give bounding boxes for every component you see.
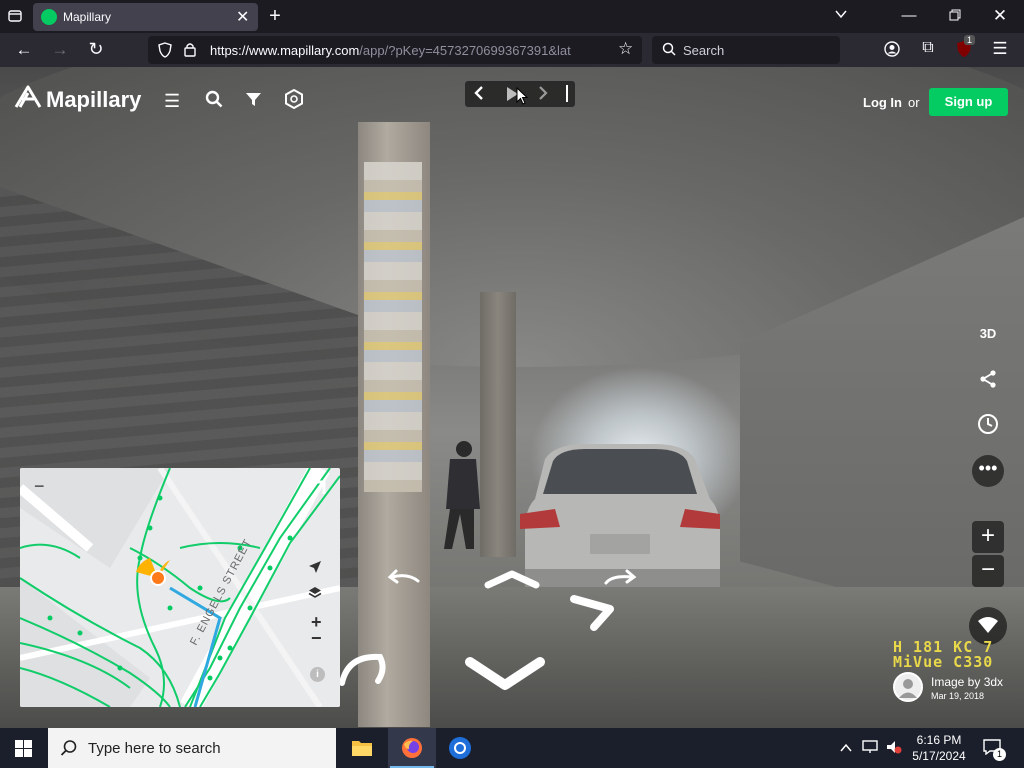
map-info-icon[interactable]: i	[310, 667, 325, 682]
ublock-icon[interactable]: 1	[955, 35, 976, 62]
history-clock-icon[interactable]	[972, 408, 1004, 440]
filter-icon[interactable]	[245, 91, 262, 113]
tab-title: Mapillary	[63, 10, 112, 24]
search-icon[interactable]	[205, 90, 223, 113]
taskbar-search-placeholder: Type here to search	[88, 740, 221, 757]
windows-start-icon[interactable]	[15, 740, 32, 762]
close-window-icon[interactable]: ✕	[991, 6, 1009, 26]
windows-taskbar: Type here to search 6:16 PM 5/17/2024 1	[0, 728, 1024, 768]
mapillary-logo[interactable]: Mapillary	[14, 85, 141, 113]
move-forward-arrow[interactable]	[485, 570, 545, 590]
signup-button[interactable]: Sign up	[929, 88, 1008, 116]
clock-time: 6:16 PM	[916, 733, 962, 747]
more-options-icon[interactable]: •••	[972, 455, 1004, 487]
browser-app-icon[interactable]	[448, 736, 472, 765]
clock-date: 5/17/2024	[912, 749, 966, 763]
notification-center-icon[interactable]: 1	[983, 739, 1006, 761]
mapillary-favicon	[41, 9, 57, 25]
browser-nav-bar: ← → ↻ https://www.mapillary.com/app/?pKe…	[0, 33, 1024, 67]
map-zoom-out-button[interactable]: −	[311, 628, 322, 649]
url-text[interactable]: https://www.mapillary.com/app/?pKey=4573…	[210, 43, 605, 58]
mouse-cursor-icon	[516, 87, 528, 105]
move-backward-arrow[interactable]	[462, 652, 552, 692]
address-bar[interactable]: https://www.mapillary.com/app/?pKey=4573…	[148, 36, 642, 64]
reload-icon[interactable]: ↻	[86, 39, 106, 60]
account-icon[interactable]	[883, 41, 901, 61]
lock-icon[interactable]	[184, 42, 196, 62]
logo-text: Mapillary	[46, 87, 142, 112]
search-icon	[662, 42, 676, 61]
street-image-viewer[interactable]: Mapillary ☰ Log In or Sign up 3D ••• + −	[0, 67, 1024, 728]
system-clock[interactable]: 6:16 PM 5/17/2024	[908, 732, 970, 764]
tab-list-icon[interactable]	[6, 8, 24, 24]
restore-icon[interactable]	[946, 8, 964, 25]
login-link[interactable]: Log In	[863, 95, 902, 110]
layers-hex-icon[interactable]	[284, 88, 304, 114]
dashcam-line-2: MiVue C330	[893, 653, 994, 671]
menu-icon[interactable]: ☰	[991, 39, 1009, 59]
url-host: https://www.mapillary.com	[210, 43, 360, 58]
turn-left-arrow[interactable]	[384, 567, 424, 591]
attribution-date: Mar 19, 2018	[931, 691, 985, 701]
search-bar[interactable]: Search	[652, 36, 840, 64]
new-tab-icon[interactable]: +	[265, 5, 285, 28]
next-image-icon[interactable]	[537, 84, 549, 107]
map-layers-icon[interactable]	[308, 586, 322, 605]
notification-count: 1	[993, 748, 1006, 761]
view-3d-button[interactable]: 3D	[972, 318, 1004, 350]
browser-tab[interactable]: Mapillary ✕	[33, 3, 258, 31]
zoom-in-button[interactable]: +	[972, 521, 1004, 553]
network-icon[interactable]	[862, 740, 878, 759]
minimap[interactable]: F. ENGELS STREET − + − i	[20, 468, 340, 707]
firefox-icon[interactable]	[388, 728, 436, 768]
sequence-divider	[566, 85, 568, 102]
back-pillar	[480, 292, 516, 557]
extensions-icon[interactable]: ⧉	[919, 39, 937, 57]
expand-map-icon[interactable]	[306, 480, 326, 505]
mapillary-logo-icon	[14, 85, 42, 108]
or-text: or	[908, 95, 920, 110]
hamburger-menu-icon[interactable]: ☰	[164, 91, 180, 112]
locate-me-icon[interactable]	[308, 560, 322, 579]
search-icon	[60, 739, 78, 762]
url-path: /app/?pKey=4573270699367391&lat	[359, 43, 571, 58]
taskbar-search-box[interactable]: Type here to search	[48, 728, 336, 768]
forward-icon[interactable]: →	[50, 40, 70, 60]
dashcam-overlay: H 181 KC 7 MiVue C330	[893, 640, 993, 670]
chevron-down-icon[interactable]	[832, 7, 850, 25]
previous-image-icon[interactable]	[473, 84, 485, 107]
volume-muted-icon[interactable]	[886, 740, 902, 759]
rotate-left-arrow[interactable]	[338, 649, 388, 689]
pedestrian	[444, 441, 480, 549]
show-hidden-icons[interactable]	[840, 740, 852, 758]
back-icon[interactable]: ←	[14, 40, 34, 60]
bookmark-star-icon[interactable]: ☆	[618, 39, 633, 59]
extension-badge: 1	[964, 35, 976, 45]
avatar	[893, 672, 923, 702]
minimap-canvas: F. ENGELS STREET	[20, 468, 340, 707]
minimize-icon[interactable]: —	[900, 7, 918, 24]
search-placeholder: Search	[683, 43, 725, 58]
shield-icon[interactable]	[158, 42, 172, 63]
file-explorer-icon[interactable]	[351, 738, 373, 763]
share-icon[interactable]	[972, 363, 1004, 395]
close-tab-icon[interactable]: ✕	[236, 7, 249, 27]
browser-tab-bar: Mapillary ✕ + — ✕	[0, 0, 1024, 33]
minimize-map-icon[interactable]: −	[34, 476, 45, 497]
turn-right-arrow[interactable]	[600, 567, 640, 591]
zoom-out-button[interactable]: −	[972, 555, 1004, 587]
attribution-text[interactable]: Image by 3dx	[931, 675, 1003, 689]
step-right-arrow[interactable]	[568, 593, 618, 633]
